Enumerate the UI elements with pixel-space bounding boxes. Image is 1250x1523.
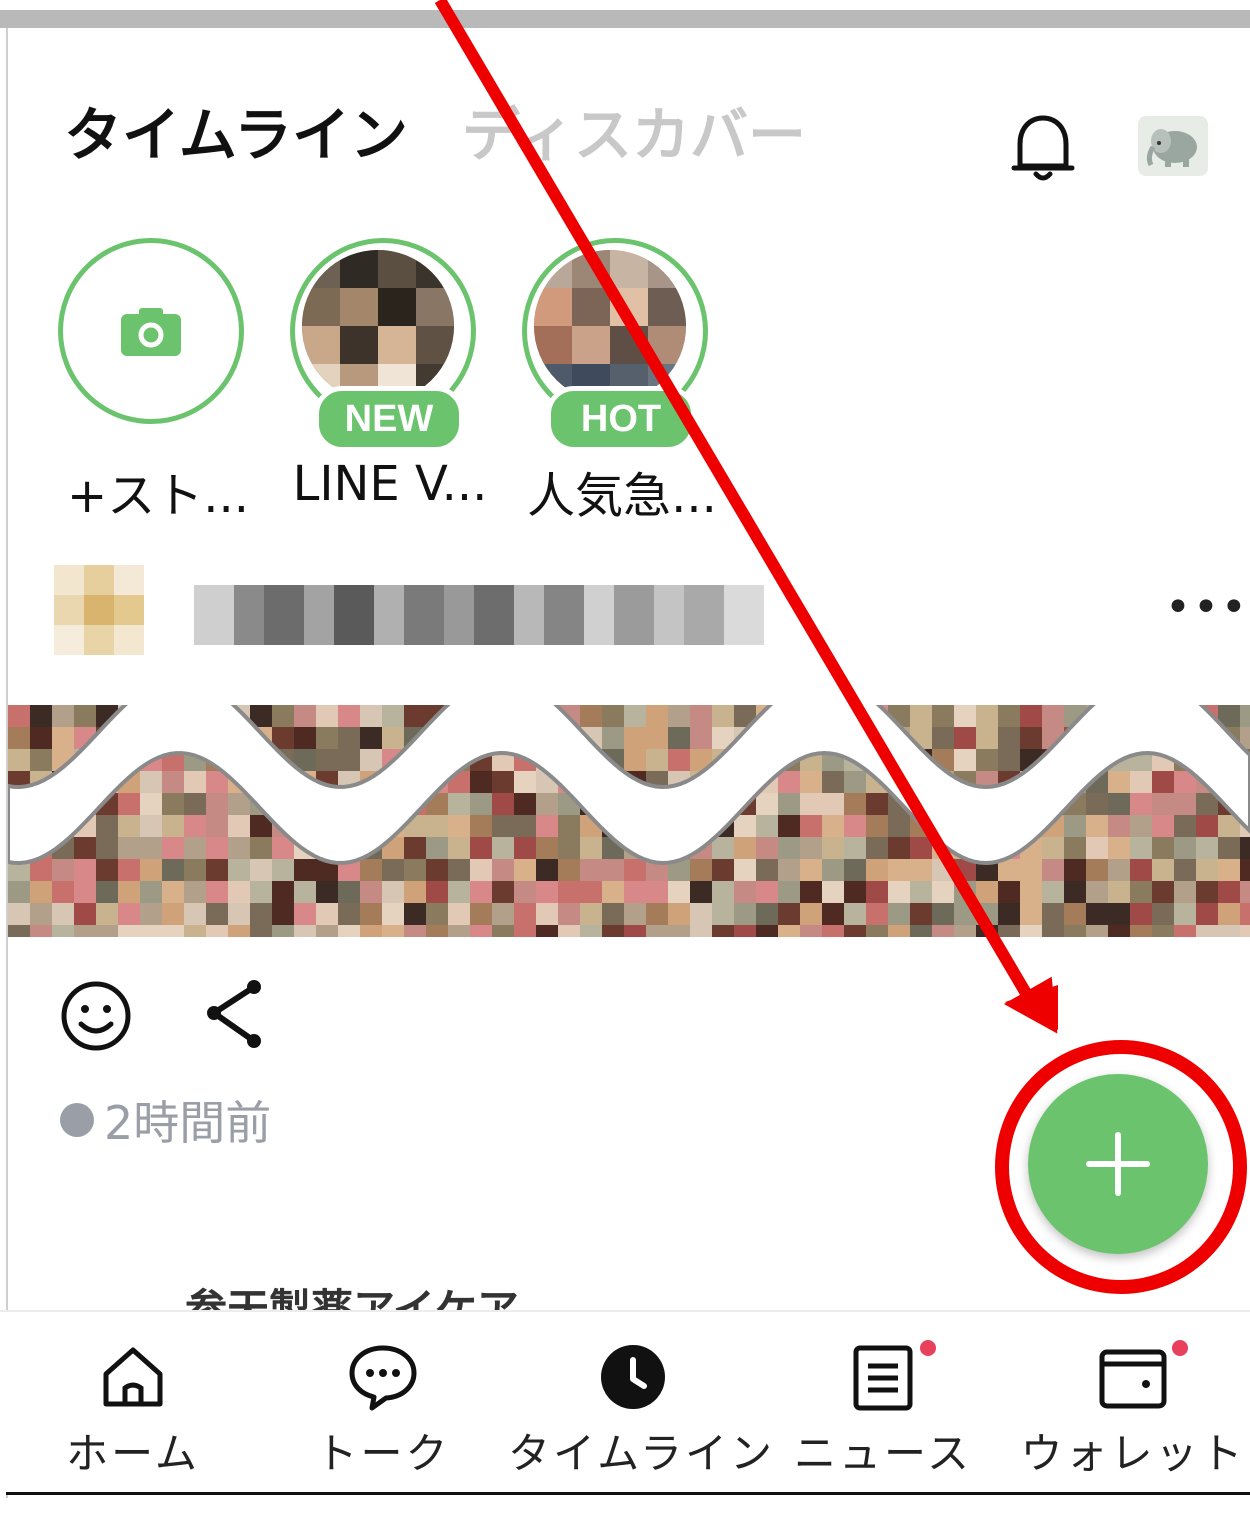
author-avatar-blurred <box>54 565 144 655</box>
nav-timeline[interactable]: タイムライン <box>508 1312 776 1494</box>
hot-badge: HOT <box>546 386 696 452</box>
nav-home[interactable]: ホーム <box>8 1312 258 1494</box>
tab-discover[interactable]: ディスカバー <box>462 88 806 172</box>
story-row: +スト... NEW LINE V... HOT 人気急... <box>0 238 1250 528</box>
story-thumbnail <box>534 250 686 402</box>
home-icon <box>98 1342 168 1412</box>
bottom-divider <box>6 1492 1250 1495</box>
bottom-navigation: ホーム トーク タイムライン ニュース ウォレット <box>0 1310 1250 1494</box>
nav-label: タイムライン <box>508 1429 776 1478</box>
nav-label: ニュース <box>794 1429 972 1478</box>
camera-icon <box>121 306 181 356</box>
timestamp-text: 2時間前 <box>104 1096 272 1150</box>
story-thumbnail <box>302 250 454 402</box>
story-label: +スト... <box>67 468 249 524</box>
new-badge: NEW <box>314 386 464 452</box>
chat-icon <box>348 1342 418 1412</box>
nav-label: ホーム <box>66 1429 200 1478</box>
share-icon[interactable] <box>200 975 272 1055</box>
story-label: 人気急... <box>527 468 717 524</box>
story-trending[interactable]: HOT 人気急... <box>522 238 722 528</box>
nav-label: トーク <box>315 1429 451 1478</box>
bell-icon[interactable] <box>1010 108 1076 188</box>
nav-news[interactable]: ニュース <box>758 1312 1008 1494</box>
status-strip <box>0 10 1250 28</box>
story-add[interactable]: +スト... <box>58 238 258 528</box>
clock-icon <box>598 1342 668 1412</box>
author-name-blurred <box>194 585 764 645</box>
post-timestamp: 2時間前 <box>60 1090 271 1150</box>
post-actions <box>0 975 400 1055</box>
elephant-icon <box>1146 129 1197 167</box>
news-icon <box>848 1342 918 1412</box>
timeline-header: タイムライン ディスカバー <box>0 28 1250 218</box>
more-options-icon[interactable]: ••• <box>1165 586 1247 630</box>
reaction-smile-icon[interactable] <box>60 980 132 1052</box>
post-image[interactable] <box>8 705 1250 937</box>
plus-icon <box>1086 1132 1150 1196</box>
post-author[interactable] <box>54 565 814 660</box>
post-image-mosaic <box>8 705 1250 937</box>
tab-timeline[interactable]: タイムライン <box>64 88 408 172</box>
story-line-video[interactable]: NEW LINE V... <box>290 238 490 528</box>
nav-wallet[interactable]: ウォレット <box>1008 1312 1250 1494</box>
create-post-button[interactable] <box>1028 1074 1208 1254</box>
news-unread-badge <box>920 1340 936 1356</box>
story-label: LINE V... <box>292 456 488 512</box>
nav-label: ウォレット <box>1020 1429 1246 1478</box>
nav-talk[interactable]: トーク <box>258 1312 508 1494</box>
wallet-icon <box>1098 1342 1168 1412</box>
next-post-title: 参天製薬アイケア <box>185 1285 519 1312</box>
wallet-unread-badge <box>1172 1340 1188 1356</box>
globe-icon <box>60 1103 94 1137</box>
profile-avatar[interactable] <box>1138 116 1208 176</box>
